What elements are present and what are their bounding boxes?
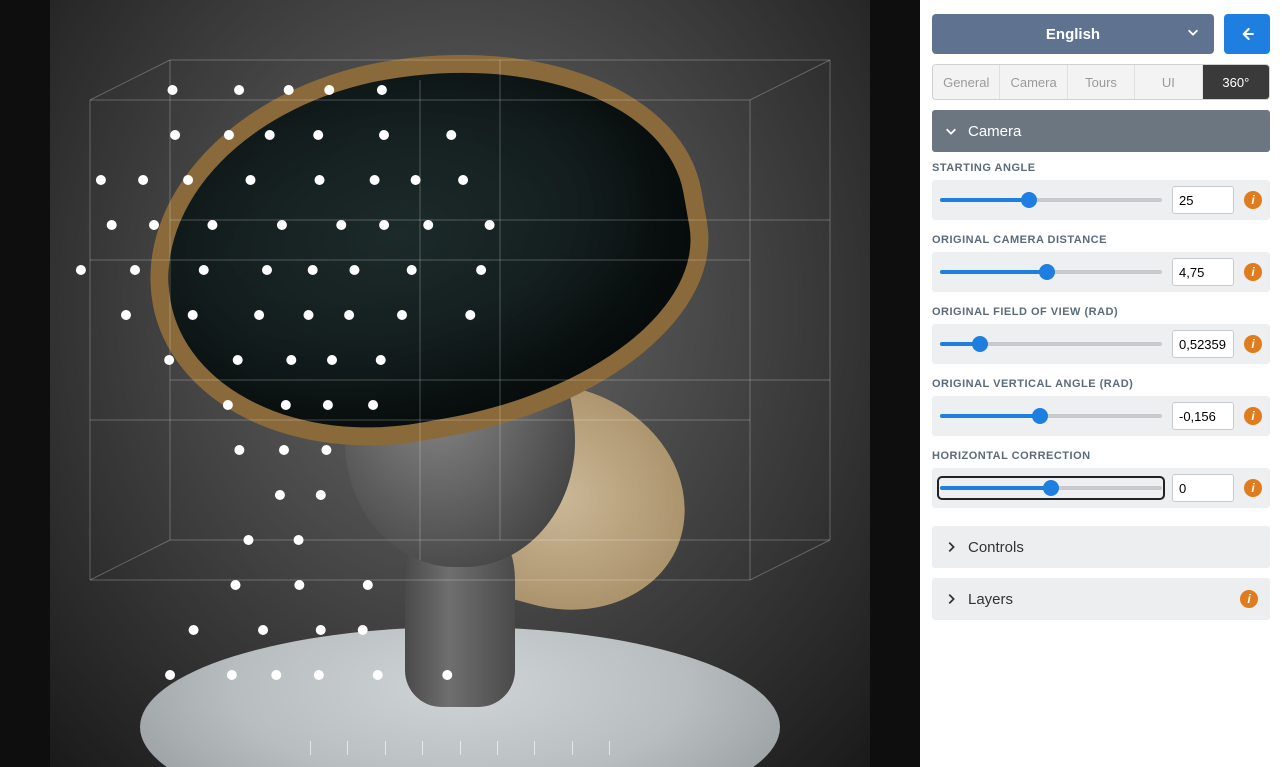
label-vertical-angle: ORIGINAL VERTICAL ANGLE (RAD)	[932, 378, 1270, 390]
info-icon[interactable]: i	[1244, 407, 1262, 425]
slider-horizontal-correction[interactable]	[940, 479, 1162, 497]
section-camera-title: Camera	[968, 123, 1021, 140]
label-starting-angle: STARTING ANGLE	[932, 162, 1270, 174]
tab-bar: General Camera Tours UI 360°	[932, 64, 1270, 100]
slider-camera-distance[interactable]	[940, 263, 1162, 281]
viewport-canvas[interactable]	[50, 0, 870, 767]
label-camera-distance: ORIGINAL CAMERA DISTANCE	[932, 234, 1270, 246]
camera-sample-points	[50, 0, 870, 767]
section-controls-header[interactable]: Controls	[932, 526, 1270, 568]
info-icon[interactable]: i	[1244, 263, 1262, 281]
ruler-ticks	[310, 741, 610, 761]
slider-fov[interactable]	[940, 335, 1162, 353]
field-starting-angle: STARTING ANGLE i	[932, 162, 1270, 220]
section-controls-title: Controls	[968, 539, 1024, 556]
field-vertical-angle: ORIGINAL VERTICAL ANGLE (RAD) i	[932, 378, 1270, 436]
input-camera-distance[interactable]	[1172, 258, 1234, 286]
viewport-3d[interactable]	[0, 0, 920, 767]
language-select[interactable]: English	[932, 14, 1214, 54]
label-fov: ORIGINAL FIELD OF VIEW (RAD)	[932, 306, 1270, 318]
tab-360[interactable]: 360°	[1203, 65, 1269, 99]
chevron-right-icon	[944, 592, 958, 606]
field-horizontal-correction: HORIZONTAL CORRECTION i	[932, 450, 1270, 508]
settings-panel: English General Camera Tours UI 360° Cam…	[920, 0, 1282, 767]
back-button[interactable]	[1224, 14, 1270, 54]
tab-camera[interactable]: Camera	[1000, 65, 1067, 99]
slider-starting-angle[interactable]	[940, 191, 1162, 209]
field-camera-distance: ORIGINAL CAMERA DISTANCE i	[932, 234, 1270, 292]
info-icon[interactable]: i	[1244, 335, 1262, 353]
language-label: English	[1046, 26, 1100, 43]
section-camera-header[interactable]: Camera	[932, 110, 1270, 152]
input-starting-angle[interactable]	[1172, 186, 1234, 214]
input-vertical-angle[interactable]	[1172, 402, 1234, 430]
chevron-down-icon	[944, 124, 958, 138]
section-layers-header[interactable]: Layers i	[932, 578, 1270, 620]
input-horizontal-correction[interactable]	[1172, 474, 1234, 502]
info-icon[interactable]: i	[1244, 479, 1262, 497]
chevron-down-icon	[1186, 25, 1200, 43]
slider-vertical-angle[interactable]	[940, 407, 1162, 425]
arrow-left-icon	[1237, 24, 1257, 44]
section-layers-title: Layers	[968, 591, 1013, 608]
label-horizontal-correction: HORIZONTAL CORRECTION	[932, 450, 1270, 462]
tab-general[interactable]: General	[933, 65, 1000, 99]
tab-ui[interactable]: UI	[1135, 65, 1202, 99]
input-fov[interactable]	[1172, 330, 1234, 358]
tab-tours[interactable]: Tours	[1068, 65, 1135, 99]
field-fov: ORIGINAL FIELD OF VIEW (RAD) i	[932, 306, 1270, 364]
chevron-right-icon	[944, 540, 958, 554]
info-icon[interactable]: i	[1244, 191, 1262, 209]
info-icon[interactable]: i	[1240, 590, 1258, 608]
